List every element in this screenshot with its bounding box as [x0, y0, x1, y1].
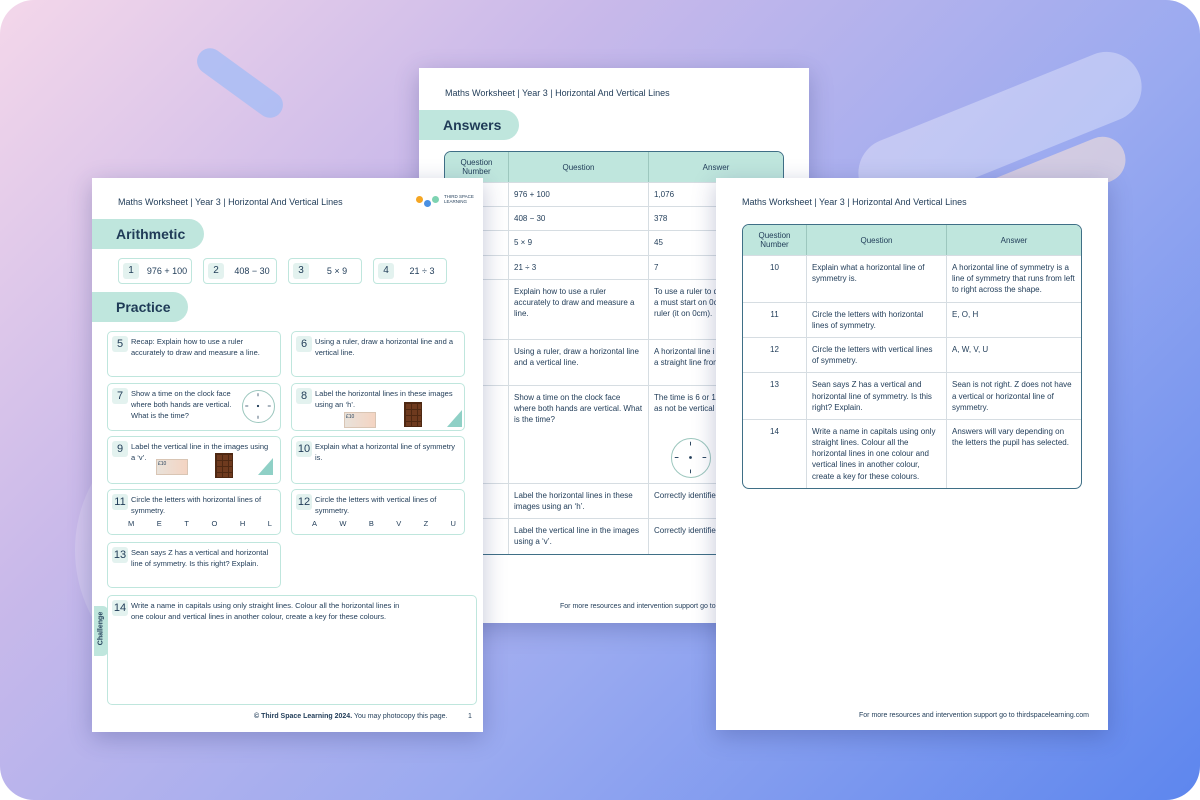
page-header: Maths Worksheet | Year 3 | Horizontal An… [118, 197, 343, 207]
chocolate-bar-image [215, 453, 233, 478]
triangle-image [447, 410, 462, 427]
practice-question: 10 Explain what a horizontal line of symm… [291, 436, 465, 484]
table-row: 12 Circle the letters with vertical lines… [743, 336, 1081, 373]
arithmetic-question: 1 976 + 100 [118, 258, 192, 284]
practice-question: 6 Using a ruler, draw a horizontal line a… [291, 331, 465, 377]
table-row: 13 Sean says Z has a vertical and horizon… [743, 372, 1081, 419]
col-header-question: Question [509, 152, 649, 182]
background: Maths Worksheet | Year 3 | Horizontal An… [0, 0, 1200, 800]
table-row: 11 Circle the letters with horizontal lin… [743, 301, 1081, 337]
arithmetic-question: 2 408 − 30 [203, 258, 277, 284]
symmetry-letters: METOHL [128, 519, 272, 529]
table-row: 14 Write a name in capitals using only st… [743, 418, 1081, 488]
triangle-image [258, 458, 273, 475]
answers-table-2: Question Number Question Answer 10 Explai… [742, 224, 1082, 489]
worksheet-footer: © Third Space Learning 2024. You may pho… [254, 713, 448, 720]
arithmetic-section-title: Arithmetic [92, 219, 204, 249]
clock-icon [242, 390, 275, 423]
decorative-pill [191, 43, 289, 123]
clock-icon [671, 437, 711, 478]
challenge-question: 14 Write a name in capitals using only st… [107, 595, 477, 705]
challenge-tab: Challenge [94, 606, 108, 656]
banknote-image: £10 [156, 459, 188, 475]
table-row: 10 Explain what a horizontal line of symm… [743, 255, 1081, 302]
practice-question: 11 Circle the letters with horizontal lin… [107, 489, 281, 535]
col-header-question: Question [807, 225, 947, 255]
practice-question: 8 Label the horizontal lines in these ima… [291, 383, 465, 431]
symmetry-letters: AWBVZU [312, 519, 456, 529]
banknote-image: £10 [344, 412, 376, 428]
arithmetic-question: 35 × 9 [288, 258, 362, 284]
practice-question: 9 Label the vertical line in the images u… [107, 436, 281, 484]
page-header: Maths Worksheet | Year 3 | Horizontal An… [445, 88, 670, 98]
page-number: 1 [468, 713, 472, 720]
col-header-answer: Answer [947, 225, 1081, 255]
answers-section-title: Answers [419, 110, 519, 140]
practice-question: 5 Recap: Explain how to use a ruler accur… [107, 331, 281, 377]
page-footer: For more resources and intervention supp… [560, 603, 716, 610]
practice-question: 13 Sean says Z has a vertical and horizon… [107, 542, 281, 588]
answers-page-2: Maths Worksheet | Year 3 | Horizontal An… [716, 178, 1108, 730]
arithmetic-question: 4 21 ÷ 3 [373, 258, 447, 284]
page-footer: For more resources and intervention supp… [859, 712, 1089, 719]
practice-question: 7 Show a time on the clock face where bot… [107, 383, 281, 431]
chocolate-bar-image [404, 402, 422, 427]
page-header: Maths Worksheet | Year 3 | Horizontal An… [742, 197, 967, 207]
col-header-number: Question Number [743, 225, 807, 255]
practice-section-title: Practice [92, 292, 188, 322]
practice-question: 12 Circle the letters with vertical lines… [291, 489, 465, 535]
